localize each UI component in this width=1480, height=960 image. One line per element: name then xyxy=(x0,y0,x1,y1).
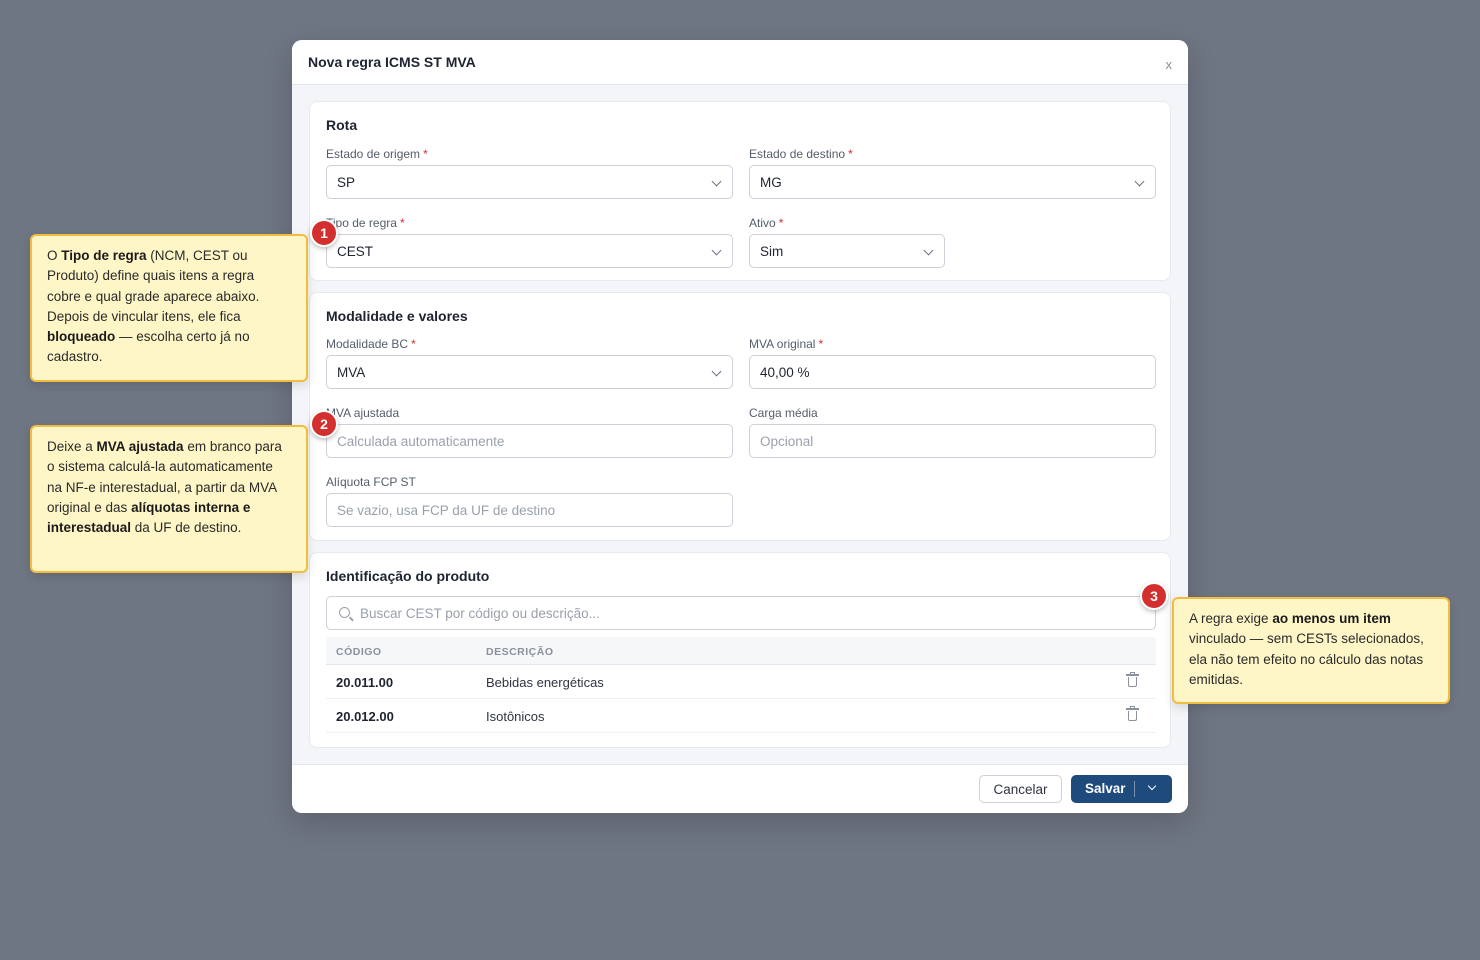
trash-icon[interactable] xyxy=(1126,706,1139,721)
origem-label: Estado de origem * xyxy=(326,147,428,161)
mva-original-input[interactable]: 40,00 % xyxy=(749,355,1156,389)
table-header: CÓDIGO DESCRIÇÃO xyxy=(326,637,1156,665)
carga-media-input[interactable]: Opcional xyxy=(749,424,1156,458)
chevron-down-icon xyxy=(1147,781,1157,791)
required-marker: * xyxy=(848,147,853,161)
column-header-codigo: CÓDIGO xyxy=(336,646,382,658)
trash-icon[interactable] xyxy=(1126,672,1139,687)
modal-dialog: Nova regra ICMS ST MVA x Rota Estado de … xyxy=(292,40,1188,813)
cest-search-input[interactable]: Buscar CEST por código ou descrição... xyxy=(326,596,1156,630)
row-code: 20.011.00 xyxy=(336,675,394,690)
chevron-down-icon xyxy=(711,176,722,187)
chevron-down-icon xyxy=(711,245,722,256)
close-button[interactable]: x xyxy=(1166,57,1173,72)
callout-itens-vinculados: A regra exige ao menos um item vinculado… xyxy=(1172,597,1450,704)
section-title: Modalidade e valores xyxy=(326,308,468,324)
table-row: 20.012.00 Isotônicos xyxy=(326,699,1156,733)
aliquota-fcp-input[interactable]: Se vazio, usa FCP da UF de destino xyxy=(326,493,733,527)
mva-original-label: MVA original * xyxy=(749,337,824,351)
ativo-label: Ativo * xyxy=(749,216,784,230)
modalidade-bc-select[interactable]: MVA xyxy=(326,355,733,389)
step-badge-3: 3 xyxy=(1140,582,1168,610)
required-marker: * xyxy=(818,337,824,351)
required-marker: * xyxy=(399,216,405,230)
rota-section: Rota Estado de origem * SP Estado de dest… xyxy=(309,101,1171,281)
modalidade-section: Modalidade e valores Modalidade BC * MVA … xyxy=(309,292,1171,541)
modal-title: Nova regra ICMS ST MVA xyxy=(308,54,476,70)
save-button[interactable]: Salvar xyxy=(1085,781,1126,796)
produto-section: Identificação do produto Buscar CEST por… xyxy=(309,552,1171,748)
modalidade-bc-label: Modalidade BC * xyxy=(326,337,416,351)
tipo-regra-select[interactable]: CEST xyxy=(326,234,733,268)
modal-footer: Cancelar Salvar xyxy=(292,764,1188,813)
destino-select[interactable]: MG xyxy=(749,165,1156,199)
search-icon xyxy=(339,607,350,618)
tipo-regra-label: Tipo de regra * xyxy=(326,216,405,230)
chevron-down-icon xyxy=(711,366,722,377)
row-description: Bebidas energéticas xyxy=(486,675,604,690)
row-description: Isotônicos xyxy=(486,709,545,724)
mva-ajustada-input[interactable]: Calculada automaticamente xyxy=(326,424,733,458)
modal-header: Nova regra ICMS ST MVA x xyxy=(292,40,1188,85)
table-row: 20.011.00 Bebidas energéticas xyxy=(326,665,1156,699)
origem-select[interactable]: SP xyxy=(326,165,733,199)
cancel-button[interactable]: Cancelar xyxy=(979,775,1062,803)
aliquota-fcp-label: Alíquota FCP ST xyxy=(326,475,416,489)
section-title: Identificação do produto xyxy=(326,568,490,584)
save-options-button[interactable] xyxy=(1134,775,1172,803)
step-badge-2: 2 xyxy=(310,410,338,438)
required-marker: * xyxy=(411,337,416,351)
required-marker: * xyxy=(778,216,784,230)
chevron-down-icon xyxy=(1134,176,1145,187)
destino-label: Estado de destino * xyxy=(749,147,853,161)
save-button-group: Salvar xyxy=(1071,775,1172,803)
carga-media-label: Carga média xyxy=(749,406,818,420)
chevron-down-icon xyxy=(923,245,934,256)
section-title: Rota xyxy=(326,117,358,133)
step-badge-1: 1 xyxy=(310,219,338,247)
ativo-select[interactable]: Sim xyxy=(749,234,945,268)
callout-tipo-regra: O Tipo de regra (NCM, CEST ou Produto) d… xyxy=(30,234,308,382)
column-header-descricao: DESCRIÇÃO xyxy=(486,646,554,658)
row-code: 20.012.00 xyxy=(336,709,394,724)
required-marker: * xyxy=(423,147,428,161)
callout-mva-ajustada: Deixe a MVA ajustada em branco para o si… xyxy=(30,425,308,573)
